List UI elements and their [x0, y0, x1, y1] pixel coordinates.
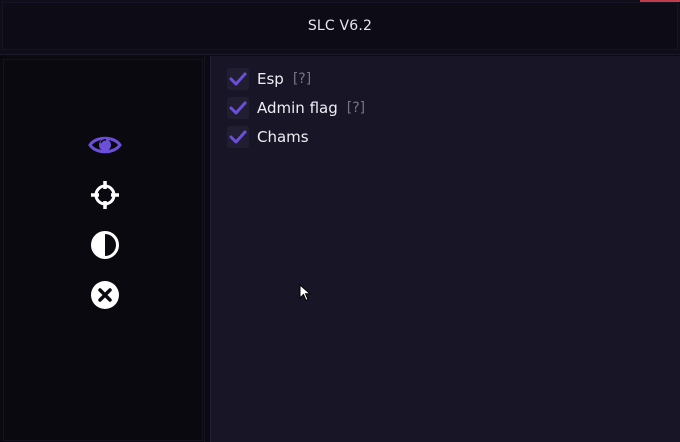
title-bar: SLC V6.2	[0, 0, 680, 55]
chams-checkbox[interactable]	[227, 126, 249, 148]
close-circle-icon[interactable]	[88, 278, 122, 312]
crosshair-icon[interactable]	[88, 178, 122, 212]
admin-flag-help[interactable]: [?]	[347, 100, 365, 116]
esp-label: Esp	[257, 70, 284, 88]
admin-flag-label: Admin flag	[257, 99, 338, 117]
accent-line	[640, 0, 680, 2]
chams-label: Chams	[257, 128, 309, 146]
check-icon	[229, 130, 247, 144]
mouse-cursor-icon	[299, 283, 312, 306]
window-title: SLC V6.2	[2, 2, 678, 50]
contrast-icon[interactable]	[88, 228, 122, 262]
esp-help[interactable]: [?]	[293, 71, 311, 87]
option-admin-flag: Admin flag [?]	[227, 97, 365, 119]
esp-checkbox[interactable]	[227, 68, 249, 90]
options-panel: Esp [?] Admin flag [?] Chams	[210, 56, 680, 442]
option-esp: Esp [?]	[227, 68, 311, 90]
sidebar	[0, 56, 205, 442]
eye-icon[interactable]	[88, 128, 122, 162]
check-icon	[229, 72, 247, 86]
option-chams: Chams	[227, 126, 309, 148]
check-icon	[229, 101, 247, 115]
admin-flag-checkbox[interactable]	[227, 97, 249, 119]
